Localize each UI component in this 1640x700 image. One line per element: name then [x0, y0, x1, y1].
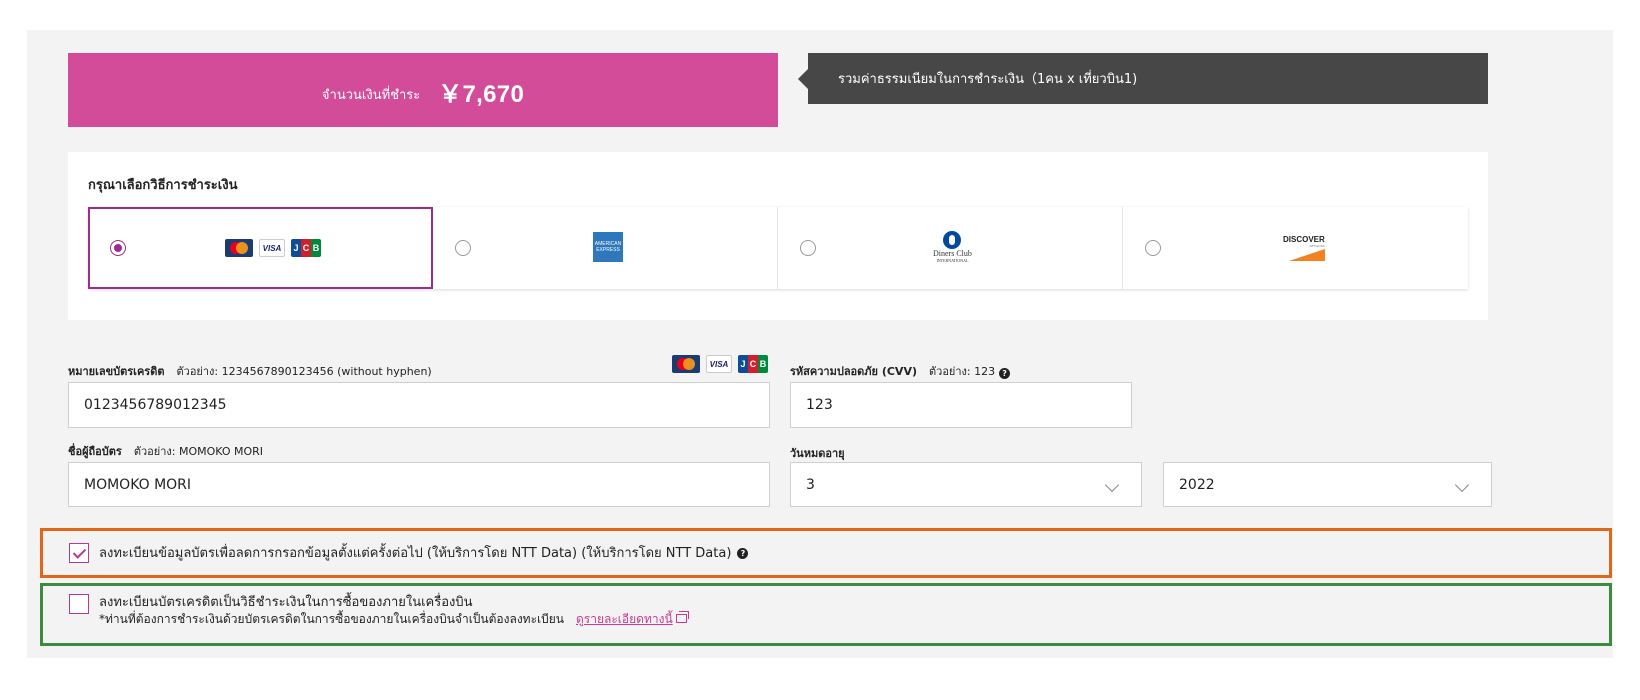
holder-name-input[interactable]: MOMOKO MORI: [68, 462, 770, 507]
inflight-subtext: *ท่านที่ต้องการชำระเงินด้วยบัตรเครดิตในก…: [99, 612, 564, 626]
cvv-label: รหัสความปลอดภัย (CVV) ตัวอย่าง: 123?: [790, 362, 1011, 380]
expiry-month-value: 3: [806, 476, 815, 493]
radio-button[interactable]: [1145, 240, 1161, 256]
help-icon[interactable]: ?: [737, 547, 749, 559]
card-logos: AMERICAN EXPRESS: [593, 232, 623, 262]
radio-button[interactable]: [455, 240, 471, 256]
card-number-label: หมายเลขบัตรเครดิต ตัวอย่าง: 1234567890123…: [68, 365, 432, 378]
holder-example: ตัวอย่าง: MOMOKO MORI: [133, 445, 264, 458]
save-card-option: ลงทะเบียนข้อมูลบัตรเพื่อลดการกรอกข้อมูลต…: [40, 528, 1612, 578]
payment-option-diners[interactable]: Diners Club INTERNATIONAL: [778, 207, 1123, 289]
inflight-subtext-row: *ท่านที่ต้องการชำระเงินด้วยบัตรเครดิตในก…: [99, 611, 689, 628]
card-number-input[interactable]: 0123456789012345: [68, 382, 770, 428]
save-card-checkbox[interactable]: [69, 543, 89, 563]
card-number-example: ตัวอย่าง: 1234567890123456 (without hyph…: [176, 365, 432, 378]
jcb-icon: JCB: [738, 355, 768, 373]
payment-option-mastercard-visa-jcb[interactable]: VISA JCB: [88, 207, 433, 289]
card-logos: DISCOVER NETWORK: [1283, 235, 1325, 261]
payment-option-amex[interactable]: AMERICAN EXPRESS: [433, 207, 778, 289]
cvv-example: ตัวอย่าง: 123: [929, 365, 996, 378]
radio-button[interactable]: [110, 240, 126, 256]
inflight-text-block: ลงทะเบียนบัตรเครดิตเป็นวิธีชำระเงินในการ…: [99, 594, 689, 628]
save-card-text: ลงทะเบียนข้อมูลบัตรเพื่อลดการกรอกข้อมูลต…: [99, 545, 732, 561]
accepted-card-logos: VISA JCB: [672, 355, 768, 373]
expiry-month-select[interactable]: 3: [790, 462, 1142, 507]
mastercard-icon: [672, 355, 700, 373]
card-logos: VISA JCB: [225, 239, 321, 257]
mastercard-icon: [225, 239, 253, 257]
expiry-label: วันหมดอายุ: [790, 447, 845, 460]
card-logos: Diners Club INTERNATIONAL: [933, 231, 972, 263]
chevron-down-icon: [1104, 477, 1120, 493]
jcb-icon: JCB: [291, 239, 321, 257]
visa-icon: VISA: [259, 239, 285, 257]
payment-method-options: VISA JCB AMERICAN EXPRESS Diners Club IN…: [88, 207, 1468, 289]
cvv-input[interactable]: 123: [790, 382, 1132, 428]
payment-option-discover[interactable]: DISCOVER NETWORK: [1123, 207, 1468, 289]
help-icon[interactable]: ?: [999, 368, 1011, 379]
amex-icon: AMERICAN EXPRESS: [593, 232, 623, 262]
radio-button[interactable]: [800, 240, 816, 256]
fee-note: รวมค่าธรรมเนียมในการชำระเงิน（1คน x เที่ย…: [798, 53, 1488, 104]
inflight-payment-option: ลงทะเบียนบัตรเครดิตเป็นวิธีชำระเงินในการ…: [40, 583, 1612, 646]
diners-club-icon: Diners Club INTERNATIONAL: [933, 231, 972, 263]
visa-icon: VISA: [706, 355, 732, 373]
payment-method-heading: กรุณาเลือกวิธีการชำระเงิน: [88, 178, 238, 193]
amount-banner: จำนวนเงินที่ชำระ ￥7,670: [68, 53, 778, 127]
expiry-year-select[interactable]: 2022: [1163, 462, 1492, 507]
holder-label: ชื่อผู้ถือบัตร ตัวอย่าง: MOMOKO MORI: [68, 445, 264, 458]
payment-method-section: กรุณาเลือกวิธีการชำระเงิน VISA JCB AMERI…: [68, 152, 1488, 320]
amount-label: จำนวนเงินที่ชำระ: [321, 87, 421, 103]
discover-icon: DISCOVER NETWORK: [1283, 235, 1325, 261]
details-link[interactable]: ดูรายละเอียดทางนี้: [576, 612, 673, 626]
inflight-text: ลงทะเบียนบัตรเครดิตเป็นวิธีชำระเงินในการ…: [99, 595, 473, 610]
note-arrow: [798, 69, 808, 89]
amount-value: ￥7,670: [438, 80, 525, 108]
chevron-down-icon: [1454, 477, 1470, 493]
expiry-year-value: 2022: [1179, 476, 1215, 493]
external-link-icon: [675, 611, 689, 623]
inflight-checkbox[interactable]: [69, 594, 89, 614]
fee-note-text: รวมค่าธรรมเนียมในการชำระเงิน（1คน x เที่ย…: [838, 72, 1138, 87]
